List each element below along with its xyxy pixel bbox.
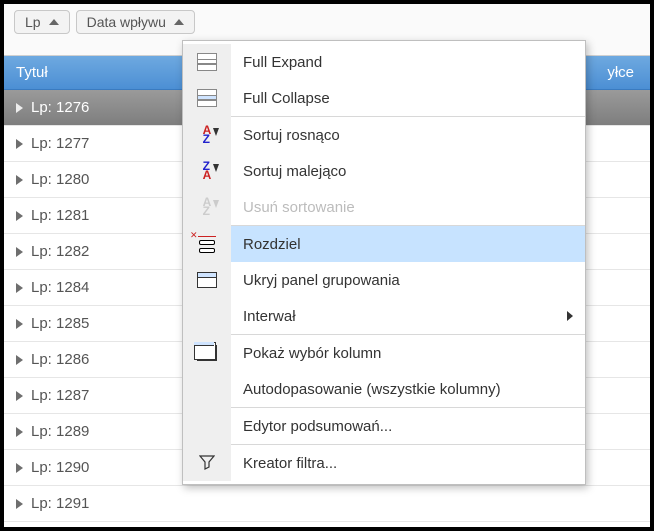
group-row[interactable]: Lp: 1291 <box>4 486 650 522</box>
expand-icon[interactable] <box>16 247 23 257</box>
submenu-arrow-icon <box>567 311 573 321</box>
menu-sort-asc[interactable]: AZ Sortuj rosnąco <box>183 117 585 153</box>
menu-ungroup[interactable]: Rozdziel <box>183 226 585 262</box>
menu-hide-group-panel[interactable]: Ukryj panel grupowania <box>183 262 585 298</box>
blank-icon <box>183 408 231 444</box>
group-chip-label: Lp <box>25 14 41 30</box>
blank-icon <box>183 371 231 407</box>
expand-icon[interactable] <box>16 175 23 185</box>
group-row-label: Lp: 1290 <box>31 459 89 476</box>
group-row-label: Lp: 1286 <box>31 351 89 368</box>
expand-icon[interactable] <box>16 391 23 401</box>
collapse-rows-icon <box>183 80 231 116</box>
funnel-icon <box>183 445 231 481</box>
menu-filter-wizard[interactable]: Kreator filtra... <box>183 445 585 481</box>
expand-icon[interactable] <box>16 463 23 473</box>
group-row-label: Lp: 1284 <box>31 279 89 296</box>
group-row-label: Lp: 1287 <box>31 387 89 404</box>
group-row-label: Lp: 1281 <box>31 207 89 224</box>
expand-icon[interactable] <box>16 427 23 437</box>
ungroup-icon <box>183 226 231 262</box>
expand-icon[interactable] <box>16 319 23 329</box>
sort-asc-icon <box>49 19 59 25</box>
panel-icon <box>183 262 231 298</box>
menu-clear-sort: AZ Usuń sortowanie <box>183 189 585 225</box>
group-chip-data[interactable]: Data wpływu <box>76 10 195 34</box>
context-menu: Full Expand Full Collapse AZ Sortuj rosn… <box>182 40 586 485</box>
expand-icon[interactable] <box>16 211 23 221</box>
group-row-label: Lp: 1276 <box>31 99 89 116</box>
sort-desc-icon: ZA <box>183 153 231 189</box>
app-frame: Lp Data wpływu Tytuł yłce Lp: 1276 Lp: 1… <box>4 4 650 527</box>
group-chip-lp[interactable]: Lp <box>14 10 70 34</box>
menu-full-collapse[interactable]: Full Collapse <box>183 80 585 116</box>
expand-icon[interactable] <box>16 499 23 509</box>
sort-asc-icon: AZ <box>183 117 231 153</box>
expand-icon[interactable] <box>16 355 23 365</box>
group-chip-label: Data wpływu <box>87 14 166 30</box>
menu-autofit[interactable]: Autodopasowanie (wszystkie kolumny) <box>183 371 585 407</box>
column-header-right[interactable]: yłce <box>607 64 634 81</box>
menu-interval[interactable]: Interwał <box>183 298 585 334</box>
menu-sort-desc[interactable]: ZA Sortuj malejąco <box>183 153 585 189</box>
menu-summary-editor[interactable]: Edytor podsumowań... <box>183 408 585 444</box>
blank-icon <box>183 298 231 334</box>
group-row-label: Lp: 1291 <box>31 495 89 512</box>
menu-column-chooser[interactable]: Pokaż wybór kolumn <box>183 335 585 371</box>
group-row-label: Lp: 1277 <box>31 135 89 152</box>
clear-sort-icon: AZ <box>183 189 231 225</box>
group-row-label: Lp: 1285 <box>31 315 89 332</box>
group-row-label: Lp: 1282 <box>31 243 89 260</box>
expand-icon[interactable] <box>16 103 23 113</box>
column-chooser-icon <box>183 335 231 371</box>
expand-icon[interactable] <box>16 283 23 293</box>
sort-asc-icon <box>174 19 184 25</box>
expand-rows-icon <box>183 44 231 80</box>
group-row-label: Lp: 1280 <box>31 171 89 188</box>
menu-full-expand[interactable]: Full Expand <box>183 44 585 80</box>
group-row-label: Lp: 1289 <box>31 423 89 440</box>
expand-icon[interactable] <box>16 139 23 149</box>
